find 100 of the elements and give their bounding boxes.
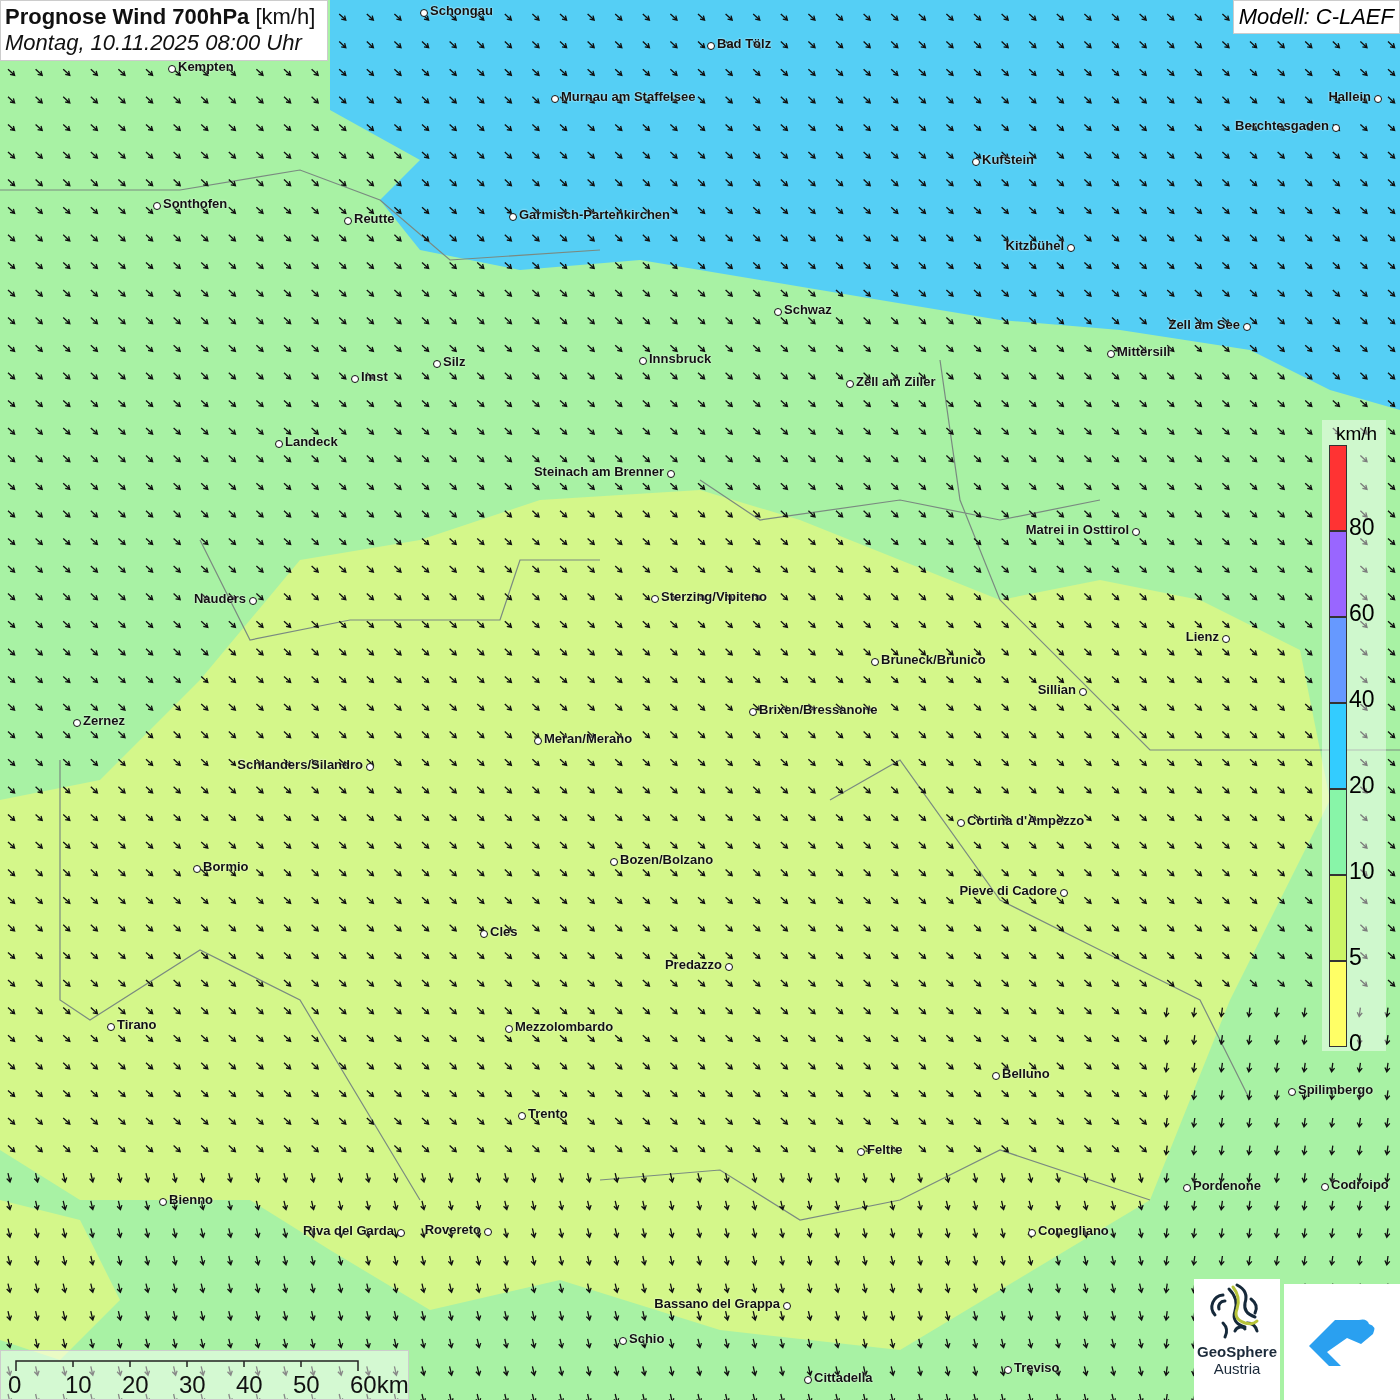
scale-tick-label: 20 <box>122 1371 149 1399</box>
city-dot-icon <box>107 1023 115 1031</box>
city-label: Feltre <box>867 1142 903 1157</box>
city-dot-icon <box>1332 124 1340 132</box>
city-dot-icon <box>749 708 757 716</box>
legend-value: 5 <box>1349 946 1362 969</box>
city-label: Pieve di Cadore <box>959 883 1057 898</box>
city-label: Pordenone <box>1193 1178 1261 1193</box>
city-label: Nauders <box>193 591 246 606</box>
city-label: Bassano del Grappa <box>654 1296 780 1311</box>
city-label: Bruneck/Brunico <box>881 652 986 667</box>
city-label: Lienz <box>1185 629 1219 644</box>
city-dot-icon <box>397 1229 405 1237</box>
legend-value: 0 <box>1349 1032 1362 1055</box>
city-label: Trento <box>528 1106 568 1121</box>
city-dot-icon <box>193 865 201 873</box>
city-dot-icon <box>774 308 782 316</box>
forecast-time: Montag, 10.11.2025 08:00 Uhr <box>5 30 304 56</box>
city-dot-icon <box>505 1025 513 1033</box>
city-dot-icon <box>1107 350 1115 358</box>
city-dot-icon <box>1004 1366 1012 1374</box>
city-label: Murnau am Staffelsee <box>561 89 696 104</box>
city-label: Codroipo <box>1331 1177 1389 1192</box>
city-dot-icon <box>639 357 647 365</box>
scale-tick-label: 40 <box>236 1371 263 1399</box>
legend-unit: km/h <box>1336 423 1378 445</box>
legend-value: 20 <box>1349 774 1375 797</box>
city-label: Bienno <box>169 1192 214 1207</box>
scale-tick-label: 0 <box>8 1371 22 1399</box>
city-label: Berchtesgaden <box>1235 118 1329 133</box>
model-label: Modell: C-LAEF <box>1232 0 1400 34</box>
city-label: Sonthofen <box>163 196 228 211</box>
city-dot-icon <box>249 597 257 605</box>
city-label: Matrei in Osttirol <box>1025 522 1129 537</box>
city-dot-icon <box>857 1148 865 1156</box>
city-label: Bad Tölz <box>717 36 772 51</box>
map-title: Prognose Wind 700hPa [km/h] <box>5 4 316 30</box>
city-label: Hallein <box>1328 89 1371 104</box>
city-dot-icon <box>846 380 854 388</box>
city-dot-icon <box>725 963 733 971</box>
logo-wordmark: GeoSphere <box>1197 1343 1277 1360</box>
city-label: Kufstein <box>982 152 1034 167</box>
city-dot-icon <box>73 719 81 727</box>
city-dot-icon <box>433 360 441 368</box>
city-dot-icon <box>153 202 161 210</box>
city-dot-icon <box>957 819 965 827</box>
city-label: Brixen/Bressanone <box>759 702 878 717</box>
city-dot-icon <box>651 595 659 603</box>
city-dot-icon <box>707 42 715 50</box>
city-label: Rovereto <box>424 1222 481 1237</box>
city-label: Schio <box>629 1331 665 1346</box>
city-label: Landeck <box>285 434 338 449</box>
city-label: Kempten <box>178 59 234 74</box>
city-label: Riva del Garda <box>302 1223 394 1238</box>
city-dot-icon <box>667 470 675 478</box>
city-label: Innsbruck <box>649 351 712 366</box>
city-dot-icon <box>1067 244 1075 252</box>
legend-value: 60 <box>1349 602 1375 625</box>
city-label: Cittadella <box>814 1370 873 1385</box>
city-dot-icon <box>159 1198 167 1206</box>
legend-value: 10 <box>1349 860 1375 883</box>
city-label: Cles <box>490 924 518 939</box>
city-label: Tirano <box>117 1017 157 1032</box>
city-dot-icon <box>871 658 879 666</box>
city-dot-icon <box>1243 323 1251 331</box>
city-label: Cortina d'Ampezzo <box>967 813 1085 828</box>
city-dot-icon <box>804 1376 812 1384</box>
city-label: Bozen/Bolzano <box>620 852 714 867</box>
city-dot-icon <box>275 440 283 448</box>
city-dot-icon <box>518 1112 526 1120</box>
city-dot-icon <box>1132 528 1140 536</box>
city-label: Meran/Merano <box>544 731 633 746</box>
scale-tick-label: 10 <box>65 1371 92 1399</box>
legend-value: 40 <box>1349 688 1375 711</box>
city-label: Mittersill <box>1117 344 1171 359</box>
city-dot-icon <box>1183 1184 1191 1192</box>
legend-value: 80 <box>1349 516 1375 539</box>
city-label: Sillian <box>1037 682 1076 697</box>
city-dot-icon <box>1028 1229 1036 1237</box>
city-dot-icon <box>1288 1088 1296 1096</box>
city-dot-icon <box>972 158 980 166</box>
city-dot-icon <box>344 217 352 225</box>
city-dot-icon <box>484 1228 492 1236</box>
city-label: Imst <box>361 369 388 384</box>
city-dot-icon <box>992 1072 1000 1080</box>
city-label: Garmisch-Partenkirchen <box>519 207 670 222</box>
city-label: Conegliano <box>1038 1223 1109 1238</box>
city-label: Zell am Ziller <box>856 374 936 389</box>
city-label: Steinach am Brenner <box>533 464 664 479</box>
scale-tick-label: 30 <box>179 1371 206 1399</box>
city-dot-icon <box>1060 889 1068 897</box>
logo-country: Austria <box>1213 1360 1261 1377</box>
city-dot-icon <box>480 930 488 938</box>
city-dot-icon <box>1374 95 1382 103</box>
city-label: Schongau <box>430 3 493 18</box>
city-dot-icon <box>534 737 542 745</box>
city-label: Schwaz <box>784 302 832 317</box>
city-label: Silz <box>443 354 466 369</box>
city-label: Sterzing/Vipiteno <box>661 589 767 604</box>
city-label: Predazzo <box>664 957 722 972</box>
